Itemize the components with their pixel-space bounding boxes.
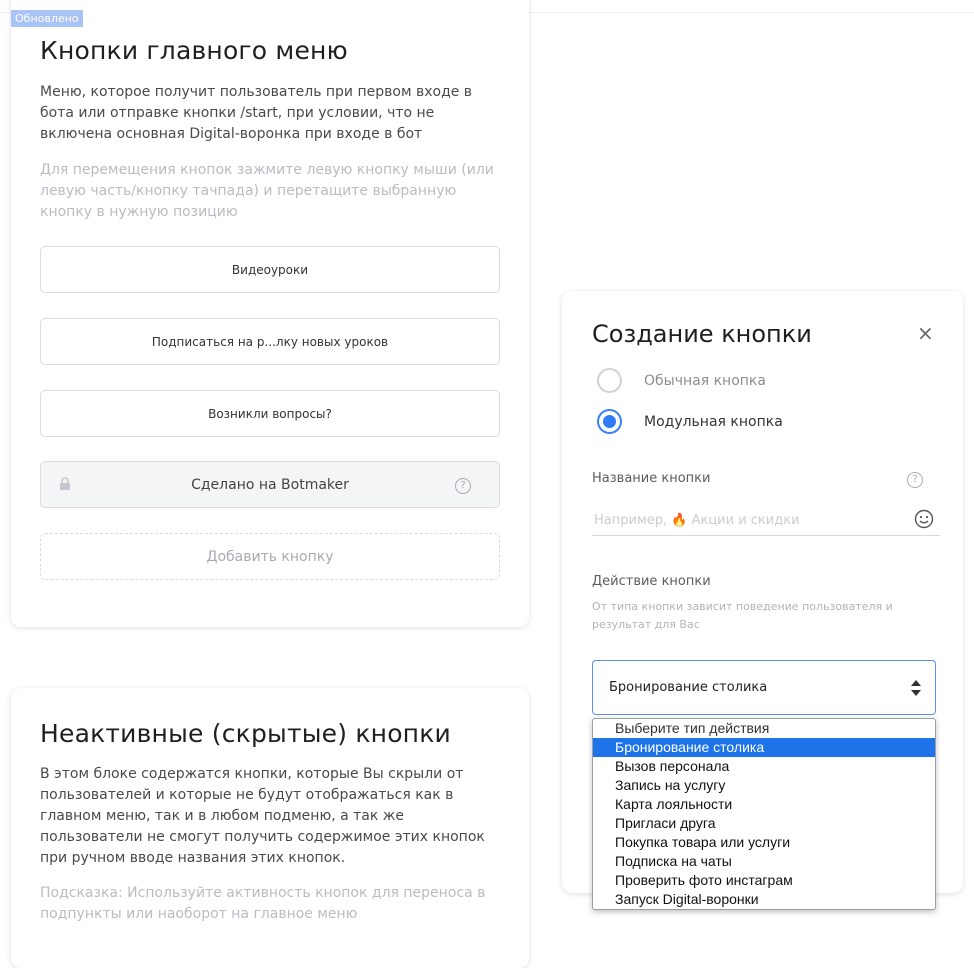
inactive-buttons-card: Неактивные (скрытые) кнопки В этом блоке…: [11, 688, 529, 968]
main-menu-description: Меню, которое получит пользователь при п…: [40, 84, 473, 142]
inactive-hint: Подсказка: Используйте активность кнопок…: [40, 885, 486, 922]
dropdown-option[interactable]: Выберите тип действия: [593, 719, 935, 738]
dropdown-option-selected[interactable]: Бронирование столика: [593, 738, 935, 757]
add-button[interactable]: Добавить кнопку: [40, 533, 500, 580]
dropdown-option[interactable]: Проверить фото инстаграм: [593, 871, 935, 890]
modal-title: Создание кнопки: [592, 320, 812, 348]
inactive-description: В этом блоке содержатся кнопки, которые …: [40, 766, 485, 866]
main-menu-title: Кнопки главного меню: [40, 36, 348, 65]
radio-modular-button[interactable]: Модульная кнопка: [597, 409, 783, 434]
action-type-dropdown: Выберите тип действия Бронирование столи…: [592, 718, 936, 910]
menu-button-label: Подписаться на р...лку новых уроков: [151, 334, 389, 349]
close-icon[interactable]: ×: [917, 321, 934, 345]
menu-button-label: Видеоуроки: [231, 262, 309, 277]
dropdown-option[interactable]: Запуск Digital-воронки: [593, 890, 935, 909]
updated-badge: Обновлено: [11, 10, 83, 27]
lock-icon: [60, 477, 70, 490]
help-icon[interactable]: ?: [907, 472, 923, 488]
add-button-label: Добавить кнопку: [206, 548, 334, 565]
dropdown-option[interactable]: Вызов персонала: [593, 757, 935, 776]
menu-button-label: Сделано на Botmaker: [191, 476, 349, 493]
action-sublabel: От типа кнопки зависит поведение пользов…: [592, 600, 893, 631]
dropdown-option[interactable]: Подписка на чаты: [593, 852, 935, 871]
menu-button-questions[interactable]: Возникли вопросы?: [40, 390, 500, 437]
dropdown-option[interactable]: Запись на услугу: [593, 776, 935, 795]
button-name-input[interactable]: [592, 505, 940, 536]
menu-button-subscribe[interactable]: Подписаться на р...лку новых уроков: [40, 318, 500, 365]
menu-button-videolessons[interactable]: Видеоуроки: [40, 246, 500, 293]
main-menu-card: Обновлено Кнопки главного меню Меню, кот…: [11, 0, 529, 627]
emoji-picker-icon[interactable]: [914, 509, 934, 529]
name-label: Название кнопки: [592, 471, 711, 486]
select-value: Бронирование столика: [609, 680, 768, 695]
dropdown-option[interactable]: Карта лояльности: [593, 795, 935, 814]
action-type-select[interactable]: Бронирование столика: [592, 660, 936, 715]
radio-label: Модульная кнопка: [644, 413, 783, 430]
menu-button-botmaker-locked[interactable]: Сделано на Botmaker ?: [40, 461, 500, 508]
radio-regular-button[interactable]: Обычная кнопка: [597, 368, 766, 393]
inactive-title: Неактивные (скрытые) кнопки: [40, 719, 451, 748]
radio-circle[interactable]: [597, 368, 622, 393]
radio-circle-selected[interactable]: [597, 409, 622, 434]
menu-button-label: Возникли вопросы?: [208, 406, 332, 421]
dropdown-option[interactable]: Пригласи друга: [593, 814, 935, 833]
action-label: Действие кнопки: [592, 574, 711, 589]
main-menu-hint: Для перемещения кнопок зажмите левую кно…: [40, 162, 494, 220]
dropdown-option[interactable]: Покупка товара или услуги: [593, 833, 935, 852]
select-arrows-icon: [911, 680, 921, 696]
radio-label: Обычная кнопка: [644, 372, 766, 389]
help-icon[interactable]: ?: [455, 478, 471, 494]
